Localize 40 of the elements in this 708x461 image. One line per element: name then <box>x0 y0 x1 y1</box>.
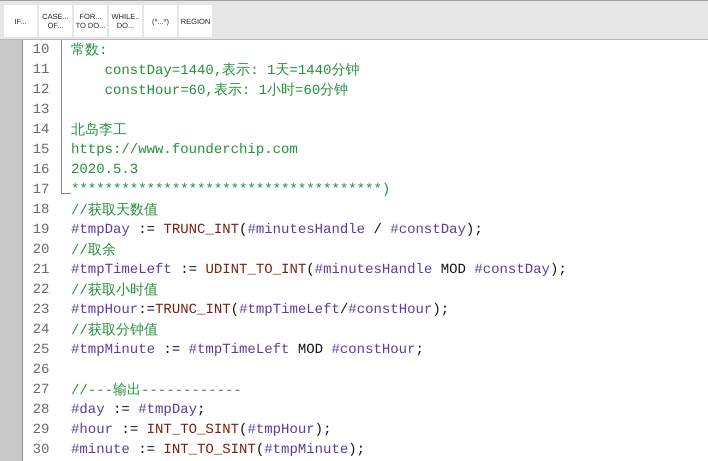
code-line: #hour := INT_TO_SINT(#tmpHour); <box>71 422 332 438</box>
line-number: 14 <box>32 122 50 138</box>
code-comment: constDay=1440,表示: 1天=1440分钟 <box>104 62 360 79</box>
code-comment: //获取分钟值 <box>71 322 158 339</box>
code-comment: 2020.5.3 <box>71 162 138 178</box>
line-number: 19 <box>32 222 50 238</box>
line-number: 10 <box>32 42 50 58</box>
line-number: 29 <box>32 422 50 438</box>
code-comment: 北岛李工 <box>71 122 127 139</box>
code-comment: 常数: <box>71 42 108 59</box>
line-number: 16 <box>32 162 50 178</box>
line-number: 30 <box>32 442 50 458</box>
code-comment: *************************************) <box>71 182 390 198</box>
line-number: 15 <box>32 142 50 158</box>
line-number: 24 <box>32 322 50 338</box>
line-number: 17 <box>32 182 50 198</box>
line-number: 25 <box>32 342 50 358</box>
line-number: 27 <box>32 382 50 398</box>
line-number: 11 <box>32 62 50 78</box>
code-line: #minute := INT_TO_SINT(#tmpMinute); <box>71 442 366 458</box>
line-number: 22 <box>32 282 50 298</box>
code-line: #day := #tmpDay; <box>71 402 206 418</box>
line-number: 20 <box>32 242 50 258</box>
line-number: 21 <box>32 262 50 278</box>
code-comment: //取余 <box>71 242 116 259</box>
line-number: 28 <box>32 402 50 418</box>
code-line: #tmpHour:=TRUNC_INT(#tmpTimeLeft/#constHour); <box>71 302 450 318</box>
code-line: #tmpTimeLeft := UDINT_TO_INT(#minutesHandle MOD #constDay); <box>71 262 567 278</box>
code-comment: //---输出------------ <box>71 382 242 399</box>
line-number: 12 <box>32 82 50 98</box>
line-number: 13 <box>32 102 50 118</box>
code-comment: //获取小时值 <box>71 282 158 299</box>
code-line: #tmpMinute := #tmpTimeLeft MOD #constHour; <box>71 342 424 358</box>
code-line: #tmpDay := TRUNC_INT(#minutesHandle / #constDay); <box>71 222 483 238</box>
line-number: 26 <box>32 362 50 378</box>
code-comment: constHour=60,表示: 1小时=60分钟 <box>104 82 348 99</box>
code-comment: //获取天数值 <box>71 202 158 219</box>
line-number: 18 <box>32 202 50 218</box>
code-comment: https://www.founderchip.com <box>71 142 298 158</box>
line-number: 23 <box>32 302 50 318</box>
